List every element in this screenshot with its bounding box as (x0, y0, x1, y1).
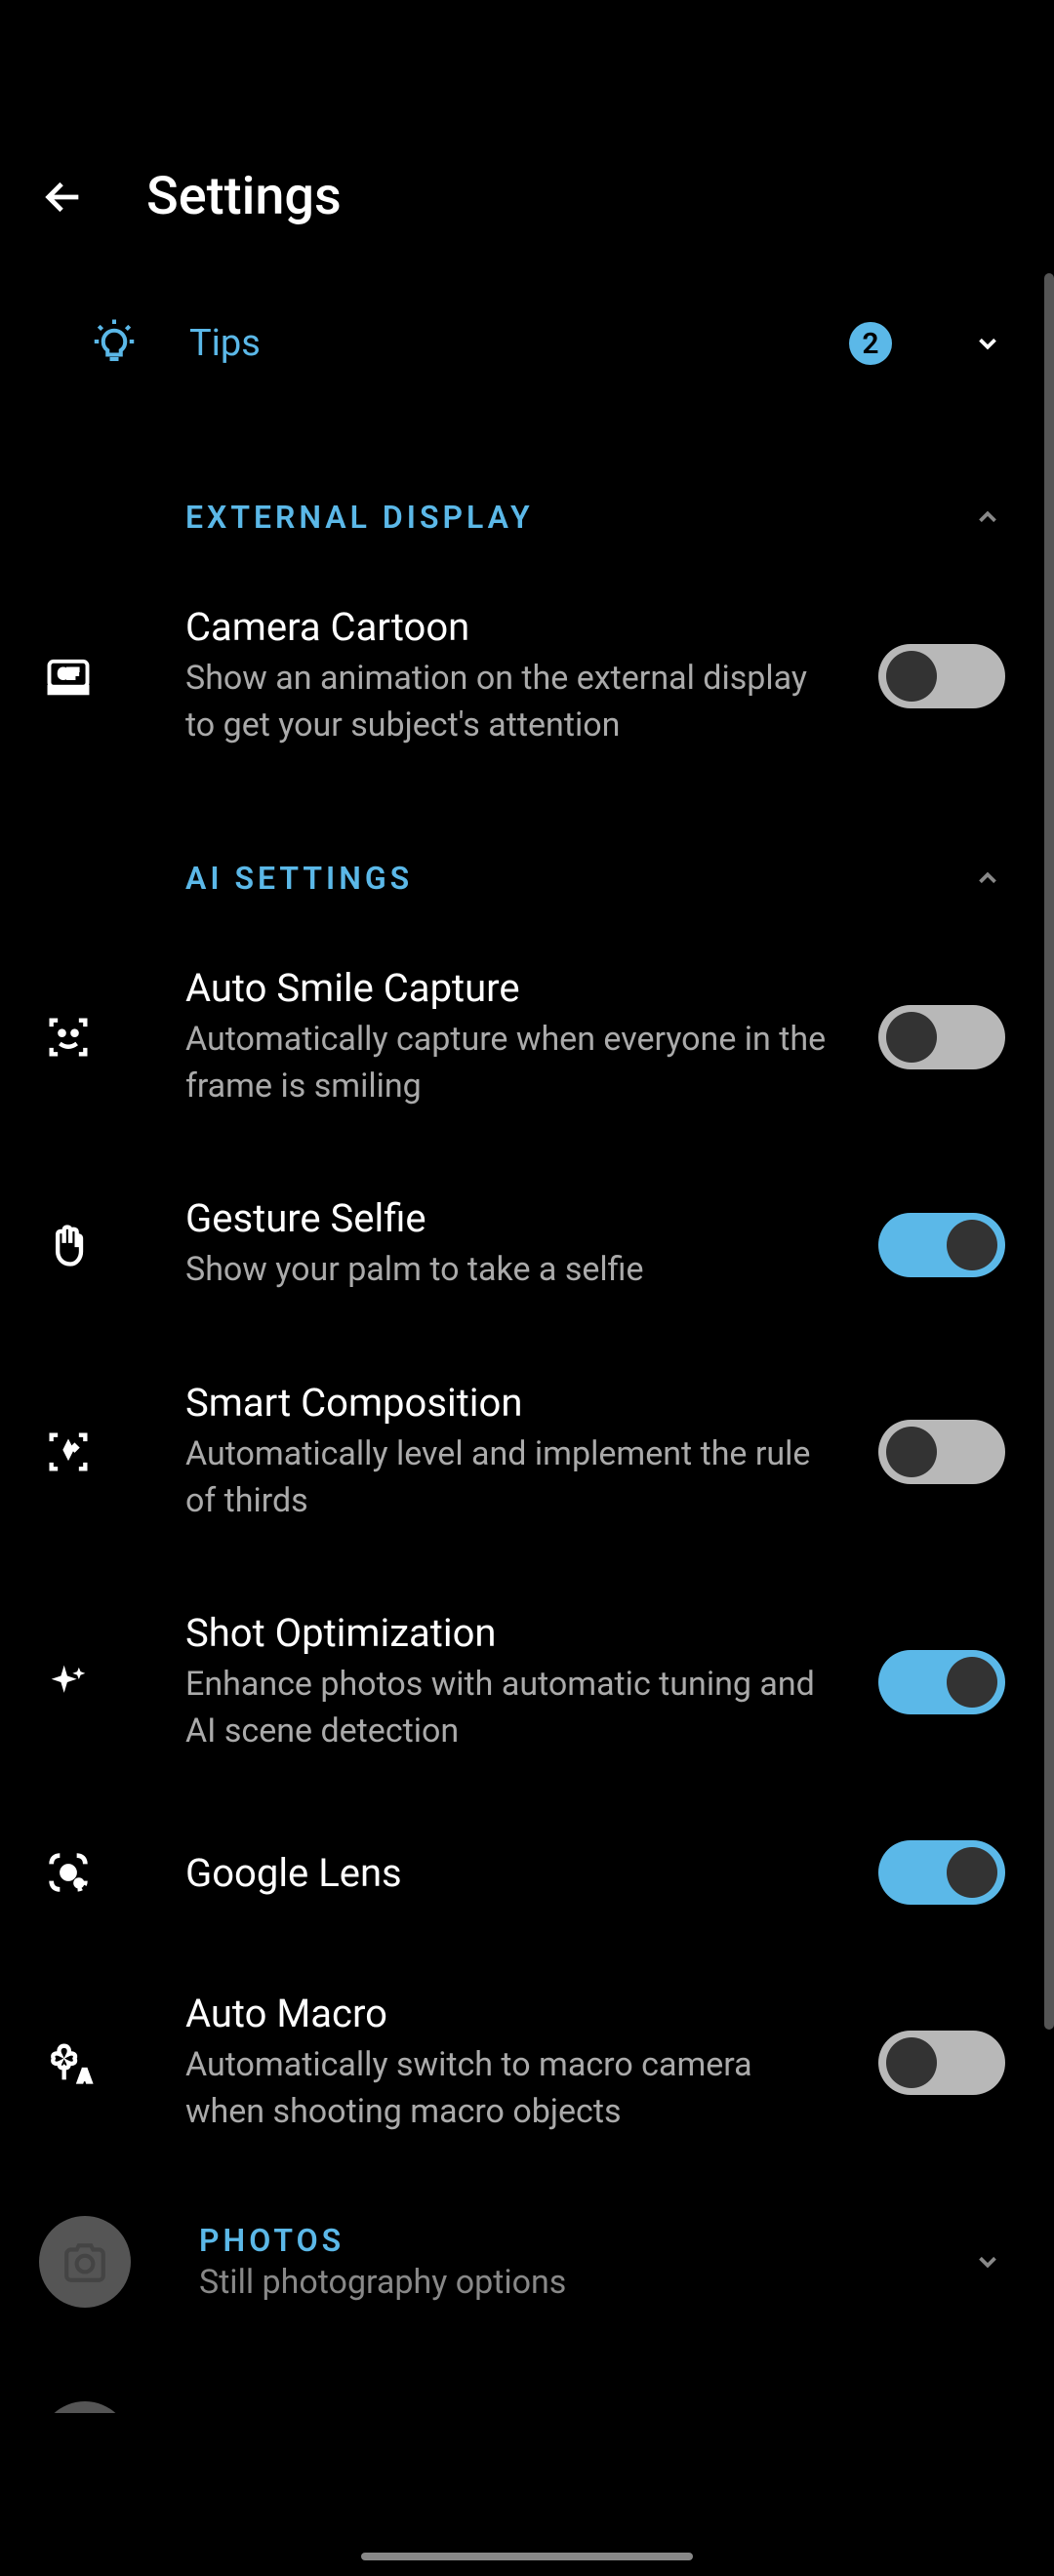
setting-text: Camera Cartoon Show an animation on the … (185, 604, 830, 748)
svg-text:GIF: GIF (59, 667, 78, 682)
setting-text: Gesture Selfie Show your palm to take a … (185, 1195, 830, 1294)
section-header-external-display[interactable]: EXTERNAL DISPLAY (0, 430, 1054, 561)
toggle-shot-optimization[interactable] (878, 1650, 1005, 1714)
header: Settings (0, 0, 1054, 257)
setting-text: Auto Macro Automatically switch to macro… (185, 1991, 830, 2135)
toggle-auto-smile[interactable] (878, 1005, 1005, 1069)
section-photos[interactable]: PHOTOS Still photography options (0, 2179, 1054, 2345)
setting-row-camera-cartoon: GIF Camera Cartoon Show an animation on … (0, 561, 1054, 791)
macro-flower-icon: A (39, 2033, 98, 2092)
setting-row-smart-composition: Smart Composition Automatically level an… (0, 1337, 1054, 1567)
section-title: AI SETTINGS (185, 860, 941, 897)
setting-title: Gesture Selfie (185, 1195, 830, 1241)
scrollbar[interactable] (1044, 273, 1054, 2030)
toggle-google-lens[interactable] (878, 1840, 1005, 1905)
section-title: VIDEOS (199, 2401, 1005, 2413)
setting-text: Smart Composition Automatically level an… (185, 1380, 830, 1524)
setting-title: Auto Macro (185, 1991, 830, 2036)
setting-desc: Enhance photos with automatic tuning and… (185, 1662, 830, 1754)
setting-row-google-lens: Google Lens (0, 1797, 1054, 1948)
section-videos[interactable]: VIDEOS (0, 2345, 1054, 2413)
home-indicator[interactable] (361, 2553, 693, 2560)
collapsed-text: PHOTOS Still photography options (199, 2222, 892, 2302)
setting-text: Auto Smile Capture Automatically capture… (185, 965, 830, 1109)
setting-desc: Automatically switch to macro camera whe… (185, 2042, 830, 2135)
setting-desc: Automatically capture when everyone in t… (185, 1017, 830, 1109)
lightbulb-icon (88, 315, 141, 372)
toggle-gesture-selfie[interactable] (878, 1213, 1005, 1277)
setting-desc: Automatically level and implement the ru… (185, 1431, 830, 1524)
setting-row-gesture-selfie: Gesture Selfie Show your palm to take a … (0, 1152, 1054, 1337)
gif-icon: GIF (39, 647, 98, 705)
arrow-left-icon (41, 175, 86, 220)
setting-title: Auto Smile Capture (185, 965, 830, 1011)
tips-label: Tips (189, 322, 800, 365)
videos-icon-wrap (39, 2401, 131, 2413)
setting-desc: Show an animation on the external displa… (185, 656, 830, 748)
smile-capture-icon (39, 1008, 98, 1067)
photos-icon-wrap (39, 2216, 131, 2308)
tips-badge: 2 (849, 322, 892, 365)
setting-title: Shot Optimization (185, 1610, 830, 1656)
setting-title: Camera Cartoon (185, 604, 830, 650)
composition-icon (39, 1423, 98, 1481)
toggle-smart-composition[interactable] (878, 1420, 1005, 1484)
section-title: PHOTOS (199, 2222, 892, 2259)
sparkle-icon (39, 1653, 98, 1711)
chevron-down-icon (970, 2244, 1005, 2279)
toggle-camera-cartoon[interactable] (878, 644, 1005, 708)
chevron-down-icon (970, 326, 1005, 361)
setting-desc: Show your palm to take a selfie (185, 1247, 830, 1294)
page-title: Settings (146, 166, 342, 227)
setting-text: Shot Optimization Enhance photos with au… (185, 1610, 830, 1754)
toggle-auto-macro[interactable] (878, 2031, 1005, 2095)
palm-icon (39, 1216, 98, 1274)
tips-row[interactable]: Tips 2 (0, 257, 1054, 430)
section-title: EXTERNAL DISPLAY (185, 499, 941, 536)
chevron-up-icon (970, 861, 1005, 896)
setting-title: Smart Composition (185, 1380, 830, 1426)
camera-icon (61, 2237, 109, 2286)
setting-row-shot-optimization: Shot Optimization Enhance photos with au… (0, 1567, 1054, 1797)
chevron-up-icon (970, 500, 1005, 535)
section-header-ai-settings[interactable]: AI SETTINGS (0, 791, 1054, 922)
setting-row-auto-macro: A Auto Macro Automatically switch to mac… (0, 1948, 1054, 2178)
setting-title: Google Lens (185, 1850, 830, 1896)
back-button[interactable] (39, 173, 88, 221)
setting-row-auto-smile: Auto Smile Capture Automatically capture… (0, 922, 1054, 1152)
setting-text: Google Lens (185, 1850, 830, 1896)
lens-icon (39, 1843, 98, 1902)
svg-text:A: A (79, 2068, 91, 2087)
section-desc: Still photography options (199, 2263, 892, 2302)
